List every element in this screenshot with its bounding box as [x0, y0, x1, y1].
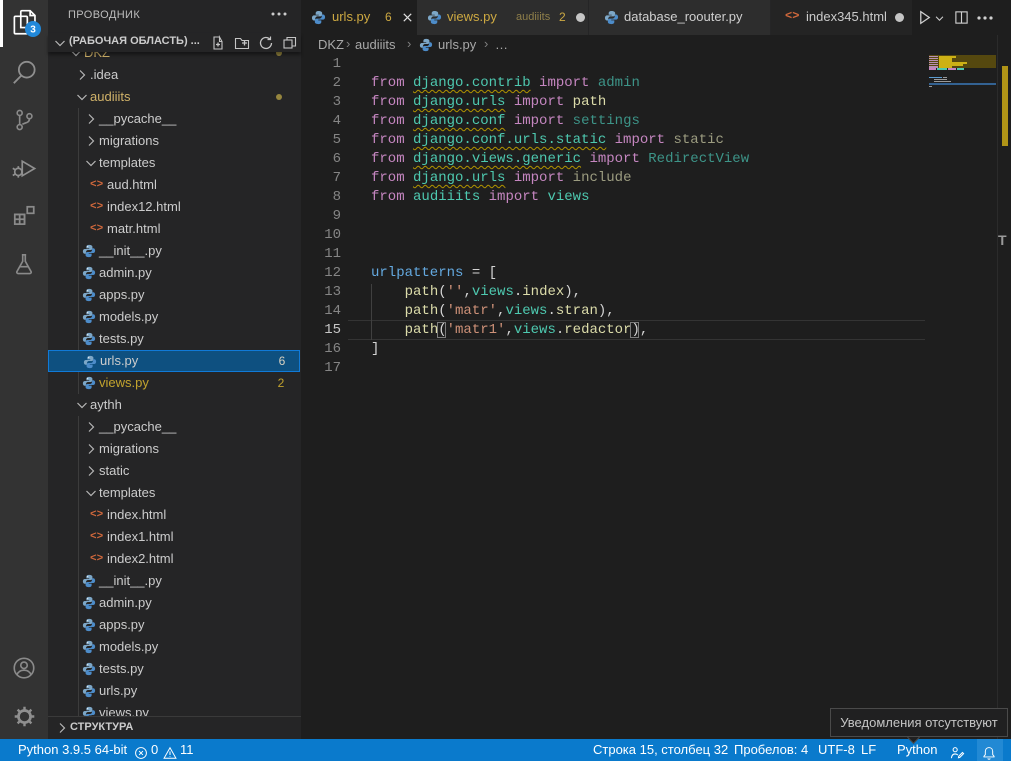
svg-text:3: 3	[30, 25, 36, 36]
